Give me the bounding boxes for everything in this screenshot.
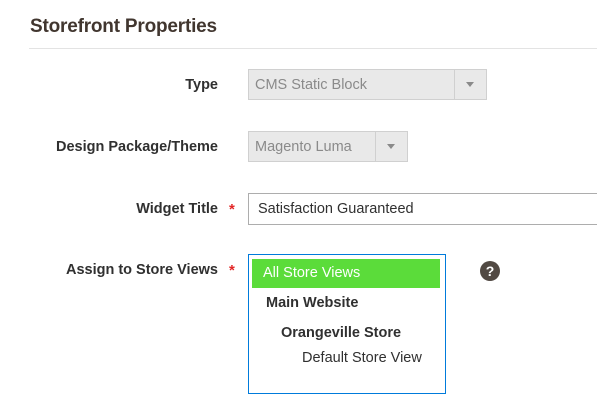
section-divider [29,48,597,49]
type-label: Type [185,77,218,93]
select-separator [375,132,376,161]
store-option-all-store-views[interactable]: All Store Views [252,259,440,288]
chevron-down-icon [387,144,395,149]
type-select-value: CMS Static Block [255,77,367,93]
theme-select[interactable]: Magento Luma [248,131,408,162]
theme-label: Design Package/Theme [56,139,218,155]
store-views-multiselect[interactable]: All Store Views Main Website Orangeville… [248,254,446,394]
store-option-default-store-view[interactable]: Default Store View [302,350,422,366]
required-marker: * [229,262,235,279]
theme-select-value: Magento Luma [255,139,352,155]
widget-title-label: Widget Title [136,201,218,217]
type-select[interactable]: CMS Static Block [248,69,487,100]
section-title: Storefront Properties [30,16,217,37]
question-circle-icon[interactable]: ? [480,261,500,281]
required-marker: * [229,201,235,218]
chevron-down-icon [466,82,474,87]
store-option-main-website[interactable]: Main Website [266,295,358,311]
select-separator [454,70,455,99]
store-views-label: Assign to Store Views [65,262,218,278]
widget-title-input[interactable] [248,193,597,225]
store-option-orangeville-store[interactable]: Orangeville Store [281,325,401,341]
